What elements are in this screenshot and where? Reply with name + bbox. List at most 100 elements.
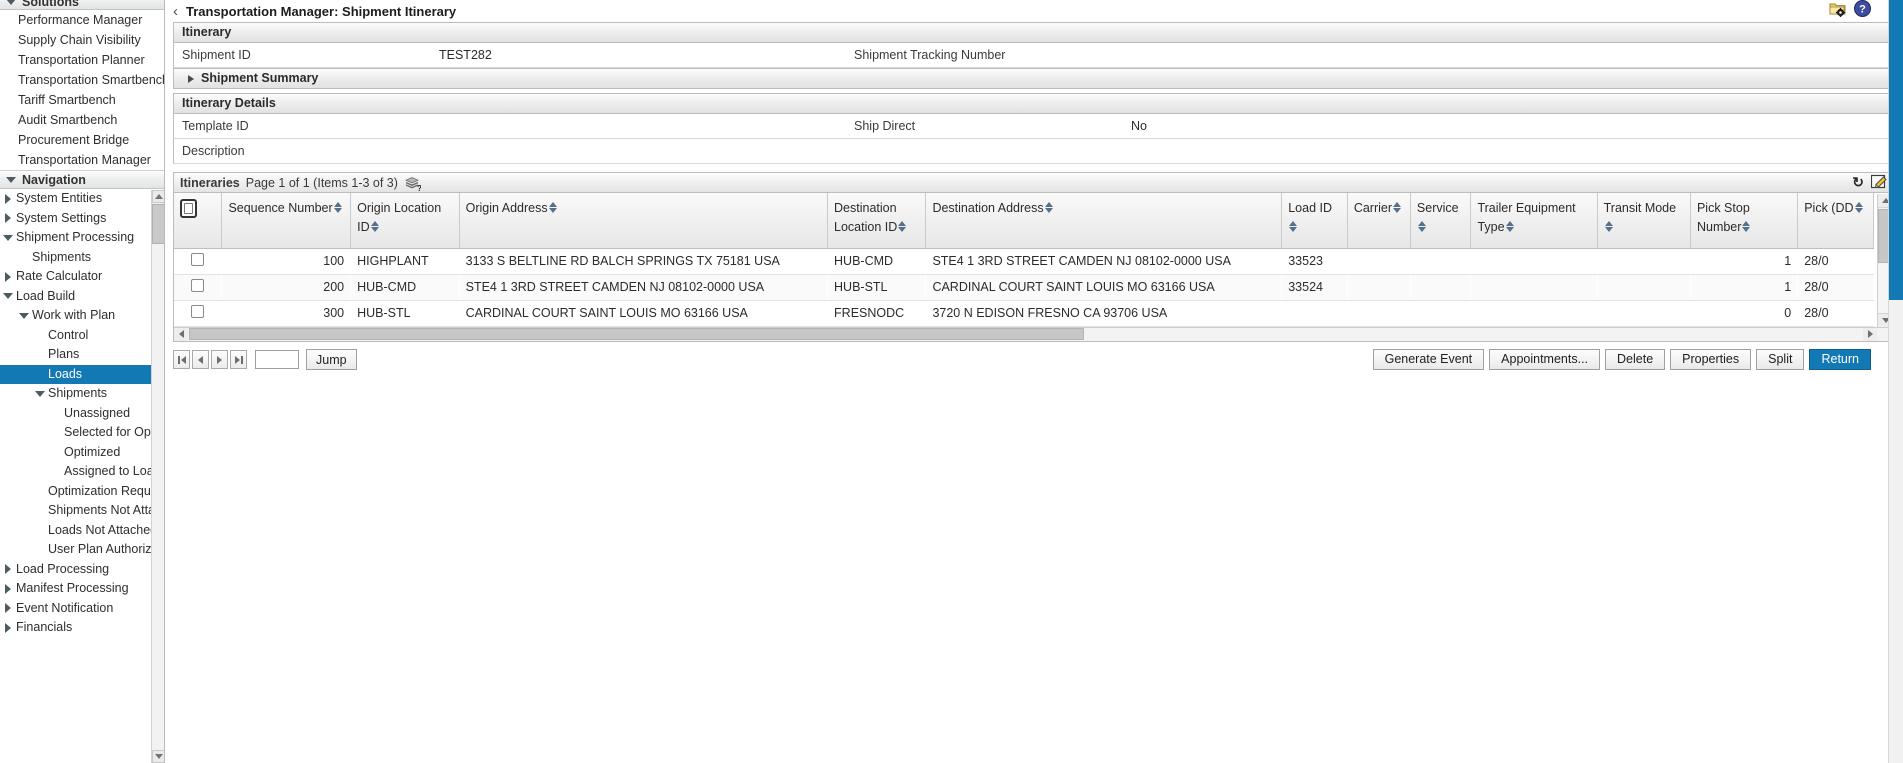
sidebar-solution-item[interactable]: Transportation Planner [0,50,164,70]
sort-toggle-icon[interactable] [1393,201,1402,214]
column-header-sequence-number[interactable]: Sequence Number [221,193,352,249]
grid-horizontal-scrollbar[interactable] [174,326,1892,341]
delete-button[interactable]: Delete [1605,349,1666,370]
sidebar-section-solutions[interactable]: Solutions [0,0,164,10]
sidebar-item-shipments[interactable]: Shipments [0,384,164,404]
sidebar-item-load-processing[interactable]: Load Processing [0,560,164,580]
folder-gear-icon[interactable] [1829,1,1846,17]
sidebar-item-system-entities[interactable]: System Entities [0,189,164,209]
sidebar-item-load-build[interactable]: Load Build [0,287,164,307]
sidebar-solution-item[interactable]: Supply Chain Visibility [0,30,164,50]
sort-toggle-icon[interactable] [1044,201,1054,214]
layers-help-icon[interactable]: ? [404,176,422,193]
sidebar-solution-item[interactable]: Transportation Smartbench [0,70,164,90]
sidebar-solution-item[interactable]: Procurement Bridge [0,130,164,150]
next-page-button[interactable] [211,350,228,369]
column-header-destination-address[interactable]: Destination Address [925,193,1283,249]
tree-collapse-toggle[interactable] [16,312,32,319]
sidebar-item-manifest-processing[interactable]: Manifest Processing [0,579,164,599]
sidebar-item-loads[interactable]: Loads [0,364,164,384]
grid-scroll-right-button[interactable] [1863,327,1877,341]
prev-page-button[interactable] [192,350,209,369]
page-scroll-thumb[interactable] [1889,0,1903,300]
tree-collapse-toggle[interactable] [0,234,16,241]
tree-expand-toggle[interactable] [0,622,16,633]
sidebar-item-loads-not-attached[interactable]: Loads Not Attached [0,521,164,541]
tree-collapse-toggle[interactable] [0,293,16,300]
select-all-checkbox[interactable] [180,199,197,218]
column-header-destination-location-id[interactable]: Destination Location ID [827,193,927,249]
sort-toggle-icon[interactable] [1505,220,1515,233]
tree-expand-toggle[interactable] [0,583,16,594]
column-header-trailer-equipment-type[interactable]: Trailer Equipment Type [1470,193,1598,249]
sort-toggle-icon[interactable] [1604,220,1614,233]
shipment-summary-section[interactable]: Shipment Summary [173,68,1893,89]
properties-button[interactable]: Properties [1670,349,1752,370]
column-header-pick-stop-number[interactable]: Pick Stop Number [1690,193,1799,249]
sidebar-scroll-thumb[interactable] [152,204,164,244]
tree-expand-toggle[interactable] [0,271,16,282]
sidebar-item-plans[interactable]: Plans [0,345,164,365]
sort-toggle-icon[interactable] [370,220,380,233]
sidebar-scroll-down-button[interactable] [152,750,164,763]
sidebar-item-optimized[interactable]: Optimized [0,443,164,463]
appointments-button[interactable]: Appointments... [1489,349,1601,370]
sidebar-solution-item[interactable]: Transportation Manager [0,150,164,170]
tree-collapse-toggle[interactable] [32,390,48,397]
refresh-icon[interactable]: ↻ [1852,175,1864,189]
column-header-load-id[interactable]: Load ID [1281,193,1348,249]
sidebar-section-navigation[interactable]: Navigation [0,170,164,189]
row-select-checkbox[interactable] [191,279,205,292]
sidebar-item-rate-calculator[interactable]: Rate Calculator [0,267,164,287]
split-button[interactable]: Split [1756,349,1805,370]
return-button[interactable]: Return [1809,349,1871,370]
sidebar-item-assigned-to-load[interactable]: Assigned to Load [0,462,164,482]
row-select-checkbox[interactable] [191,305,205,318]
sort-toggle-icon[interactable] [1742,220,1751,233]
sidebar-item-work-with-plan[interactable]: Work with Plan [0,306,164,326]
sidebar-solution-item[interactable]: Performance Manager [0,10,164,30]
sidebar-item-system-settings[interactable]: System Settings [0,209,164,229]
table-row[interactable]: 200 HUB-CMD STE4 1 3RD STREET CAMDEN NJ 08… [174,274,1874,301]
sidebar-solution-item[interactable]: Audit Smartbench [0,110,164,130]
tree-expand-toggle[interactable] [0,213,16,224]
tree-expand-toggle[interactable] [0,564,16,575]
sidebar-item-shipments-not-attached[interactable]: Shipments Not Attached [0,501,164,521]
row-select-checkbox[interactable] [191,253,205,266]
grid-horizontal-scroll-thumb[interactable] [189,328,1084,340]
sort-toggle-icon[interactable] [898,220,907,233]
jump-page-input[interactable] [255,350,299,369]
sidebar-item-shipments[interactable]: Shipments [0,248,164,268]
sort-toggle-icon[interactable] [333,201,343,214]
sidebar-item-unassigned[interactable]: Unassigned [0,404,164,424]
column-header-origin-address[interactable]: Origin Address [459,193,829,249]
sidebar-scrollbar[interactable] [151,190,164,763]
last-page-button[interactable] [230,350,247,369]
column-header-origin-location-id[interactable]: Origin Location ID [350,193,460,249]
back-button[interactable]: ‹ [171,4,186,19]
sidebar-item-optimization-requests[interactable]: Optimization Requests [0,482,164,502]
column-header-transit-mode[interactable]: Transit Mode [1597,193,1691,249]
sort-toggle-icon[interactable] [1289,220,1298,233]
sort-toggle-icon[interactable] [1417,220,1427,233]
help-icon[interactable]: ? [1854,0,1871,17]
sort-toggle-icon[interactable] [548,201,558,214]
page-vertical-scrollbar[interactable] [1888,0,1903,763]
sort-toggle-icon[interactable] [1854,201,1864,214]
jump-button[interactable]: Jump [306,349,357,370]
tree-expand-toggle[interactable] [0,193,16,204]
sidebar-scroll-up-button[interactable] [152,190,164,203]
table-row[interactable]: 300 HUB-STL CARDINAL COURT SAINT LOUIS MO … [174,300,1874,327]
column-header-pick-dd[interactable]: Pick (DD [1797,193,1874,249]
sidebar-solution-item[interactable]: Tariff Smartbench [0,90,164,110]
grid-scroll-left-button[interactable] [174,327,188,341]
tree-expand-toggle[interactable] [0,603,16,614]
edit-export-icon[interactable] [1870,174,1887,189]
sidebar-item-user-plan-authorization[interactable]: User Plan Authorization [0,540,164,560]
generate-event-button[interactable]: Generate Event [1372,349,1485,370]
sidebar-item-financials[interactable]: Financials [0,618,164,638]
sidebar-item-shipment-processing[interactable]: Shipment Processing [0,228,164,248]
table-row[interactable]: 100 HIGHPLANT 3133 S BELTLINE RD BALCH SPR… [174,248,1874,275]
column-header-service[interactable]: Service [1410,193,1472,249]
column-header-carrier[interactable]: Carrier [1347,193,1411,249]
